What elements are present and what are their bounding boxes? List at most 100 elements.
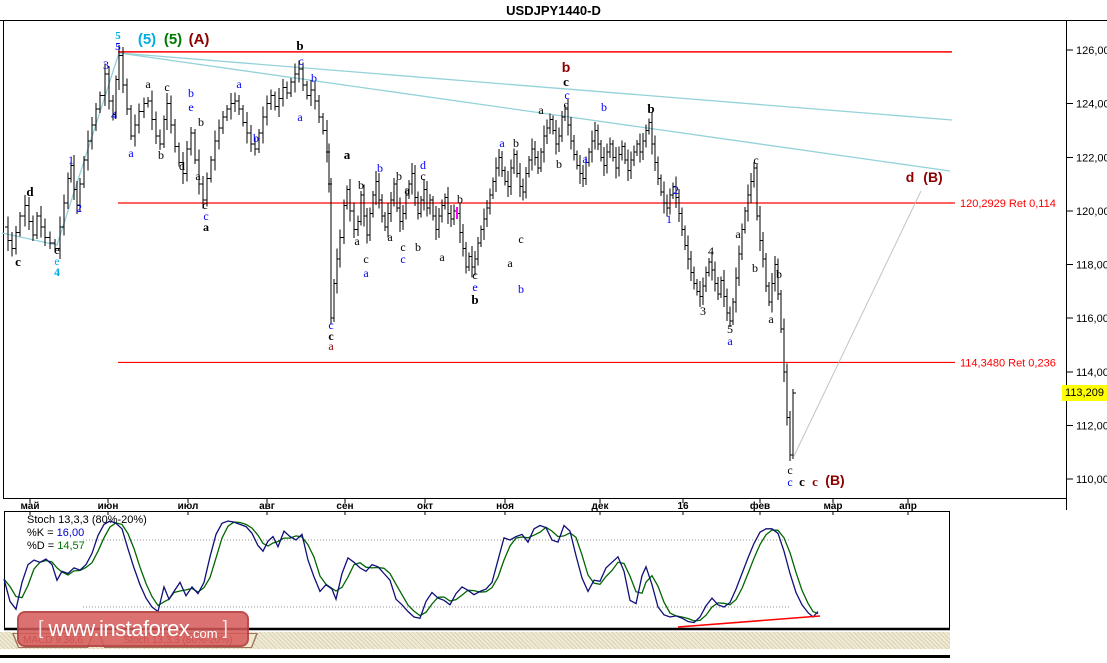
wave-label: a bbox=[538, 103, 544, 117]
wave-label: a bbox=[582, 152, 588, 166]
wave-label: b bbox=[647, 101, 654, 116]
wave-label: b bbox=[198, 115, 204, 129]
watermark-bracket-right: ] bbox=[222, 618, 228, 639]
wave-label: a bbox=[439, 250, 445, 264]
stoch-k-readout: %K = 16,00 bbox=[27, 527, 85, 539]
wave-label: b bbox=[601, 100, 607, 114]
wave-label: 3 bbox=[103, 58, 109, 72]
wave-label: a bbox=[363, 266, 369, 280]
price-axis-label: 124,000 bbox=[1076, 99, 1107, 111]
wave-label: c bbox=[812, 474, 818, 489]
wave-label: b bbox=[253, 131, 259, 145]
x-axis-month-label: май bbox=[21, 501, 40, 512]
wave-label: c bbox=[164, 80, 169, 94]
wave-label: a bbox=[297, 110, 303, 124]
x-axis-month-label: апр bbox=[899, 501, 917, 512]
x-axis-month-label: июл bbox=[178, 501, 199, 512]
wave-label: b bbox=[415, 240, 421, 254]
price-axis-label: 122,000 bbox=[1076, 152, 1107, 164]
wave-label: a bbox=[195, 169, 201, 183]
wave-label: a bbox=[128, 146, 134, 160]
stoch-k-value: 16,00 bbox=[56, 527, 85, 539]
x-axis-month-label: сен bbox=[336, 501, 353, 512]
x-axis-month-label: ноя bbox=[496, 501, 514, 512]
current-price-tag: 113,209 bbox=[1062, 385, 1107, 401]
wave-label: b bbox=[513, 136, 519, 150]
wave-label: c bbox=[564, 99, 569, 111]
wave-label: a bbox=[236, 77, 242, 91]
wave-label: 4 bbox=[708, 244, 714, 258]
wave-label: b bbox=[556, 157, 562, 171]
wave-label: 2 bbox=[76, 201, 82, 215]
wave-label: b bbox=[188, 86, 194, 100]
x-axis-month-label: дек bbox=[592, 501, 610, 512]
wave-label: a bbox=[499, 136, 505, 150]
wave-label: (B) bbox=[923, 169, 942, 185]
bottom-divider bbox=[0, 655, 950, 658]
wave-label: b bbox=[358, 178, 364, 192]
wave-label: e bbox=[188, 100, 193, 114]
watermark-suffix: .com bbox=[189, 626, 218, 641]
wave-label: c bbox=[15, 254, 21, 269]
wave-label: b bbox=[311, 71, 317, 85]
wave-label: c bbox=[753, 153, 758, 167]
wave-label: b bbox=[158, 148, 164, 162]
wave-label: a bbox=[328, 339, 334, 353]
gray-projection-line bbox=[793, 190, 922, 457]
cyan-trendline bbox=[118, 52, 953, 121]
stoch-indicator-title: Stoch 13,3,3 (80%-20%) bbox=[27, 514, 147, 526]
wave-label: b bbox=[752, 261, 758, 275]
stoch-d-value: 14,57 bbox=[57, 540, 85, 552]
wave-label: a bbox=[507, 256, 513, 270]
wave-label: b bbox=[396, 169, 402, 183]
wave-label: d bbox=[179, 159, 185, 173]
wave-label: c bbox=[420, 169, 425, 183]
wave-label: 4 bbox=[54, 265, 60, 279]
wave-label: a bbox=[145, 77, 151, 91]
wave-label: (B) bbox=[825, 472, 844, 488]
wave-label: c bbox=[518, 232, 523, 246]
price-axis-label: 126,000 bbox=[1076, 45, 1107, 57]
price-axis-label: 120,000 bbox=[1076, 206, 1107, 218]
fib-level-label: 114,3480 Ret 0,236 bbox=[960, 357, 1056, 369]
wave-label: 4 bbox=[111, 108, 117, 122]
x-axis-month-label: авг bbox=[259, 501, 275, 512]
watermark-bracket-left: [ bbox=[38, 618, 44, 639]
wave-label: c bbox=[400, 252, 405, 266]
price-axis-label: 118,000 bbox=[1076, 260, 1107, 272]
wave-label: a bbox=[354, 234, 360, 248]
watermark-text: www.instaforex bbox=[48, 616, 190, 641]
wave-label: b bbox=[518, 282, 524, 296]
instaforex-watermark: [ www.instaforex .com ] bbox=[17, 611, 249, 647]
wave-label: (5) bbox=[138, 31, 156, 48]
wave-label: a bbox=[404, 183, 410, 197]
x-axis-month-label: окт bbox=[417, 501, 433, 512]
fib-level-label: 120,2929 Ret 0,114 bbox=[960, 198, 1056, 210]
price-axis-label: 112,000 bbox=[1076, 420, 1107, 432]
chart-window: USDJPY1440-D 126,000124,000122,000120,00… bbox=[0, 0, 1107, 663]
wave-label: 1 bbox=[666, 212, 672, 226]
wave-label: a bbox=[387, 230, 393, 244]
wave-label: a bbox=[735, 227, 741, 241]
wave-label: b bbox=[776, 267, 782, 281]
wave-label: b bbox=[296, 38, 303, 53]
wave-label: c bbox=[363, 252, 368, 266]
wave-label: 3 bbox=[700, 304, 706, 318]
wave-label: b bbox=[377, 161, 383, 175]
wave-label: a bbox=[727, 334, 733, 348]
wave-label: d bbox=[906, 169, 915, 185]
chart-graphics[interactable]: 126,000124,000122,000120,000118,000116,0… bbox=[0, 0, 1107, 663]
wave-label: d bbox=[26, 184, 34, 199]
wave-label: 1 bbox=[68, 153, 74, 167]
price-axis-label: 116,000 bbox=[1076, 313, 1107, 325]
wave-label: (A) bbox=[189, 31, 210, 48]
price-axis-label: 114,000 bbox=[1076, 367, 1107, 379]
x-axis-month-label: 16 bbox=[677, 501, 689, 512]
wave-label: (5) bbox=[164, 31, 182, 48]
stoch-header: Stoch 13,3,3 (80%-20%) %K = 16,00 %D = 1… bbox=[27, 514, 147, 553]
wave-label: a bbox=[344, 147, 351, 162]
wave-label: c bbox=[787, 475, 792, 489]
wave-label: 5 bbox=[115, 41, 121, 53]
wave-label: b bbox=[457, 192, 463, 206]
wave-label: c bbox=[799, 474, 805, 489]
